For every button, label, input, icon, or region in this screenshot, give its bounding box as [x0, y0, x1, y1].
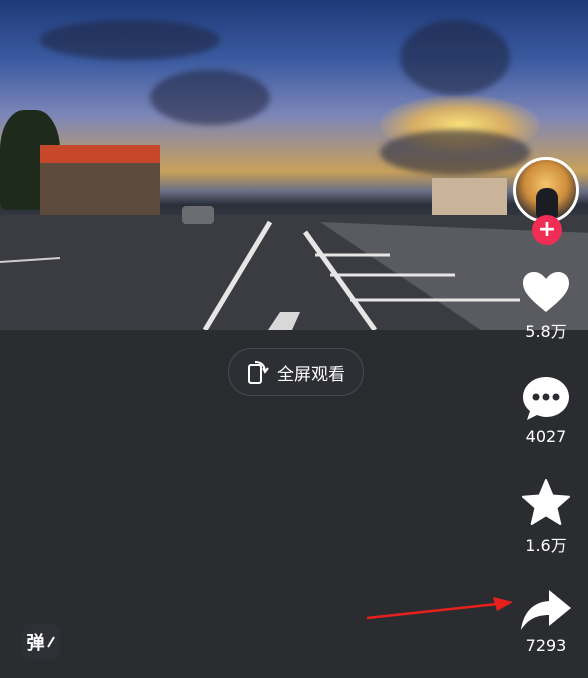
share-action[interactable]: 7293 [511, 588, 581, 655]
like-action[interactable]: 5.8万 [511, 270, 581, 342]
comment-action[interactable]: 4027 [511, 375, 581, 446]
comment-bubble-icon [523, 377, 569, 420]
danmu-label: 弹 [26, 633, 45, 654]
star-icon [522, 479, 570, 525]
danmu-toggle-button[interactable]: 弹 [22, 624, 60, 660]
favorite-action[interactable]: 1.6万 [511, 478, 581, 556]
fullscreen-watch-label: 全屏观看 [277, 364, 345, 385]
favorite-count: 1.6万 [525, 536, 567, 555]
annotation-arrow-icon [366, 597, 513, 620]
follow-button[interactable]: + [532, 215, 562, 245]
share-count: 7293 [525, 636, 567, 655]
heart-icon [523, 272, 569, 312]
video-player[interactable] [0, 0, 588, 330]
share-arrow-icon [521, 590, 571, 630]
like-count: 5.8万 [525, 322, 567, 341]
danmu-off-slash-icon [46, 636, 55, 648]
avatar-silhouette [536, 188, 558, 218]
video-lane-lines [0, 220, 520, 330]
comment-count: 4027 [525, 427, 567, 446]
rotate-screen-icon [247, 359, 269, 385]
creator-avatar[interactable] [513, 157, 579, 223]
fullscreen-watch-button[interactable]: 全屏观看 [228, 348, 364, 396]
